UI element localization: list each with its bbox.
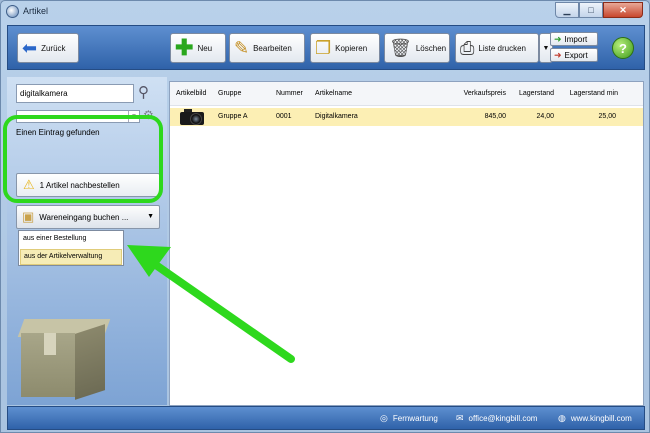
new-button[interactable]: ✚ Neu	[170, 33, 226, 63]
trash-icon: 🗑	[389, 38, 412, 58]
table-row[interactable]: Gruppe A 0001 Digitalkamera 845,00 24,00…	[170, 108, 643, 126]
window-controls: ▁ □ ✕	[555, 2, 643, 18]
edit-button[interactable]: ✎ Bearbeiten	[229, 33, 305, 63]
print-label: Liste drucken	[478, 43, 526, 53]
column-header-group[interactable]: Gruppe	[218, 90, 241, 97]
remote-support-link[interactable]: ◎ Fernwartung	[380, 413, 438, 424]
email-link[interactable]: ✉ office@kingbill.com	[456, 413, 537, 424]
cardboard-box-illustration	[17, 319, 111, 400]
printer-icon: ⎙	[460, 38, 475, 58]
export-label: Export	[564, 50, 588, 60]
status-bar: ◎ Fernwartung ✉ office@kingbill.com ◍ ww…	[7, 406, 645, 430]
menu-item-from-order[interactable]: aus einer Bestellung	[20, 232, 122, 248]
title-bar: Artikel ▁ □ ✕	[1, 1, 649, 23]
cell-group: Gruppe A	[218, 113, 248, 120]
new-label: Neu	[197, 43, 213, 53]
remote-support-icon: ◎	[380, 413, 388, 423]
edit-label: Bearbeiten	[253, 43, 292, 53]
goods-receipt-button[interactable]: ▣ Wareneingang buchen ... ▼	[16, 205, 160, 229]
back-button[interactable]: ⬅ Zurück	[17, 33, 79, 63]
cell-stock-min: 25,00	[598, 113, 616, 120]
import-arrow-icon: ➜	[554, 33, 562, 44]
print-list-button[interactable]: ⎙ Liste drucken	[455, 33, 539, 63]
import-label: Import	[564, 34, 588, 44]
window-title: Artikel	[23, 6, 49, 16]
copy-boxes-icon: ❐	[315, 38, 332, 58]
delete-label: Löschen	[415, 43, 447, 53]
mail-icon: ✉	[456, 413, 464, 423]
pencil-icon: ✎	[234, 38, 250, 58]
camera-icon	[180, 109, 204, 125]
export-button[interactable]: ➜ Export	[550, 48, 598, 62]
website-label: www.kingbill.com	[570, 414, 632, 423]
minimize-button[interactable]: ▁	[555, 2, 579, 18]
toolbar: ⬅ Zurück ✚ Neu ✎ Bearbeiten ❐ Kopieren 🗑…	[7, 25, 645, 70]
copy-label: Kopieren	[335, 43, 368, 53]
email-label: office@kingbill.com	[468, 414, 538, 423]
remote-support-label: Fernwartung	[392, 414, 438, 423]
plus-icon: ✚	[175, 35, 194, 60]
column-header-stock-min[interactable]: Lagerstand min	[558, 90, 618, 97]
cell-name: Digitalkamera	[315, 113, 358, 120]
cell-price: 845,00	[484, 113, 506, 120]
search-input[interactable]	[16, 84, 134, 103]
goods-receipt-menu: aus einer Bestellung aus der Artikelverw…	[18, 230, 124, 266]
import-button[interactable]: ➜ Import	[550, 32, 598, 46]
column-header-price[interactable]: Verkaufspreis	[450, 90, 506, 97]
box-add-icon: ▣	[22, 209, 35, 224]
maximize-button[interactable]: □	[579, 2, 603, 18]
chevron-down-icon: ▼	[542, 44, 550, 52]
delete-button[interactable]: 🗑 Löschen	[384, 33, 450, 63]
copy-button[interactable]: ❐ Kopieren	[310, 33, 380, 63]
search-icon[interactable]: ⚲	[138, 83, 149, 101]
arrow-left-icon: ⬅	[22, 38, 38, 58]
cell-stock: 24,00	[536, 113, 554, 120]
column-header-image[interactable]: Artikelbild	[176, 90, 206, 97]
highlight-circle	[3, 115, 163, 203]
table-header: Artikelbild Gruppe Nummer Artikelname Ve…	[170, 82, 643, 106]
help-button[interactable]: ?	[612, 37, 634, 59]
menu-item-from-article-management[interactable]: aus der Artikelverwaltung	[20, 249, 122, 265]
application-window: Artikel ▁ □ ✕ ⬅ Zurück ✚ Neu ✎ Bearbeite…	[0, 0, 650, 433]
export-arrow-icon: ➜	[554, 49, 562, 60]
goods-receipt-label: Wareneingang buchen ...	[39, 212, 129, 222]
question-icon: ?	[619, 40, 627, 56]
column-header-name[interactable]: Artikelname	[315, 90, 352, 97]
column-header-stock[interactable]: Lagerstand	[510, 90, 554, 97]
close-button[interactable]: ✕	[603, 2, 643, 18]
cell-number: 0001	[276, 113, 292, 120]
globe-icon: ◍	[558, 413, 566, 423]
back-label: Zurück	[41, 43, 66, 53]
column-header-number[interactable]: Nummer	[276, 90, 303, 97]
chevron-down-icon: ▼	[147, 213, 154, 220]
website-link[interactable]: ◍ www.kingbill.com	[558, 413, 632, 424]
article-table: Artikelbild Gruppe Nummer Artikelname Ve…	[169, 81, 644, 406]
app-icon	[6, 5, 19, 18]
